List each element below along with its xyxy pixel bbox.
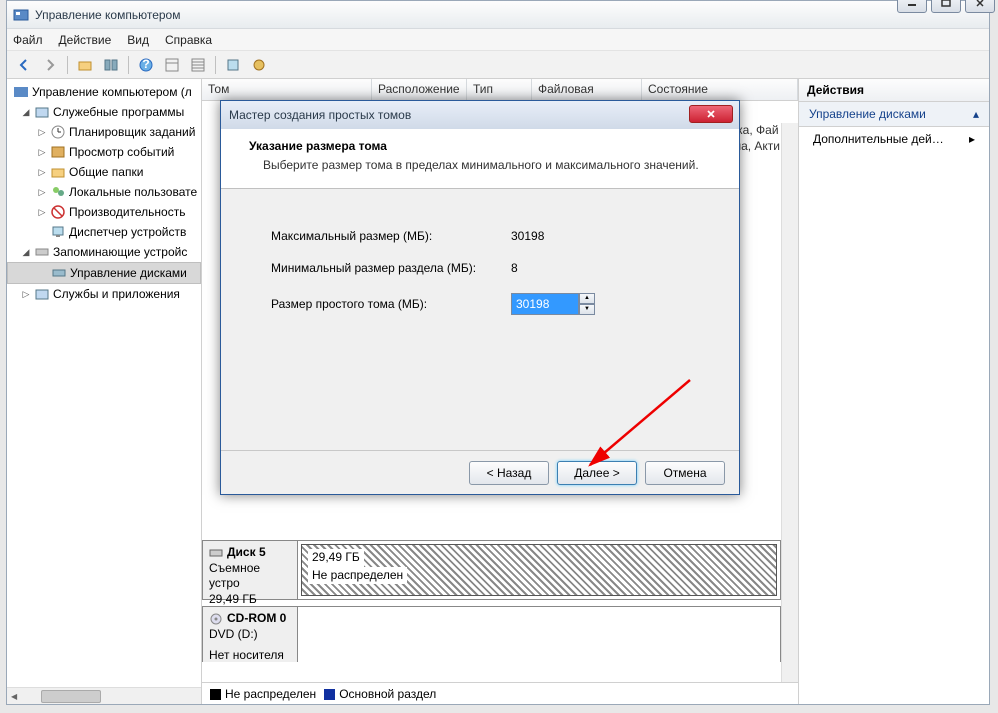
menubar: Файл Действие Вид Справка xyxy=(7,29,989,51)
maximize-button[interactable] xyxy=(931,0,961,13)
col-filesystem[interactable]: Файловая система xyxy=(532,79,642,100)
menu-file[interactable]: Файл xyxy=(13,33,43,47)
menu-help[interactable]: Справка xyxy=(165,33,212,47)
minimize-button[interactable] xyxy=(897,0,927,13)
wizard-dialog: Мастер создания простых томов Указание р… xyxy=(220,100,740,495)
actions-more[interactable]: Дополнительные дей… ▸ xyxy=(799,127,989,151)
tree-shared-folders[interactable]: ▷Общие папки xyxy=(7,162,201,182)
spinner-down[interactable]: ▼ xyxy=(579,304,595,315)
tree-performance[interactable]: ▷Производительность xyxy=(7,202,201,222)
window-title: Управление компьютером xyxy=(35,8,180,22)
svg-text:?: ? xyxy=(142,57,149,71)
wizard-body: Максимальный размер (МБ): 30198 Минималь… xyxy=(221,189,739,343)
cdrom-row[interactable]: CD-ROM 0 DVD (D:) Нет носителя xyxy=(202,606,781,662)
tree-scrollbar[interactable]: ◀ xyxy=(7,687,201,704)
cdrom-label: CD-ROM 0 DVD (D:) Нет носителя xyxy=(203,607,298,662)
nav-forward-button[interactable] xyxy=(39,54,61,76)
actions-panel: Действия Управление дисками ▴ Дополнител… xyxy=(799,79,989,704)
volume-grid-header: Том Расположение Тип Файловая система Со… xyxy=(202,79,798,101)
volume-size-label: Размер простого тома (МБ): xyxy=(271,297,511,311)
properties-button[interactable] xyxy=(100,54,122,76)
col-type[interactable]: Тип xyxy=(467,79,532,100)
wizard-subheading: Выберите размер тома в пределах минималь… xyxy=(249,157,719,174)
max-size-label: Максимальный размер (МБ): xyxy=(271,229,511,243)
spinner-up[interactable]: ▲ xyxy=(579,293,595,304)
tree-root[interactable]: Управление компьютером (л xyxy=(7,82,201,102)
disk5-label: Диск 5 Съемное устро 29,49 ГБ В сети xyxy=(203,541,298,599)
close-button[interactable] xyxy=(965,0,995,13)
tree-storage[interactable]: ◢Запоминающие устройс xyxy=(7,242,201,262)
max-size-value: 30198 xyxy=(511,229,544,243)
disk5-partition[interactable]: 29,49 ГБ Не распределен xyxy=(301,544,777,596)
col-status[interactable]: Состояние xyxy=(642,79,798,100)
back-button[interactable]: < Назад xyxy=(469,461,549,485)
up-button[interactable] xyxy=(74,54,96,76)
col-volume[interactable]: Том xyxy=(202,79,372,100)
wizard-header: Указание размера тома Выберите размер то… xyxy=(221,129,739,189)
list-button[interactable] xyxy=(187,54,209,76)
next-button[interactable]: Далее > xyxy=(557,461,637,485)
wizard-titlebar[interactable]: Мастер создания простых томов xyxy=(221,101,739,129)
nav-back-button[interactable] xyxy=(13,54,35,76)
tree-disk-management[interactable]: Управление дисками xyxy=(7,262,201,284)
app-icon xyxy=(13,7,29,23)
wizard-close-button[interactable] xyxy=(689,105,733,123)
chevron-right-icon: ▸ xyxy=(969,132,975,146)
help-button[interactable]: ? xyxy=(135,54,157,76)
wizard-heading: Указание размера тома xyxy=(249,139,719,153)
wizard-footer: < Назад Далее > Отмена xyxy=(221,450,739,494)
tree-device-manager[interactable]: Диспетчер устройств xyxy=(7,222,201,242)
center-scrollbar[interactable] xyxy=(781,123,798,682)
tree-local-users[interactable]: ▷Локальные пользовате xyxy=(7,182,201,202)
actions-header: Действия xyxy=(799,79,989,102)
navigation-tree: Управление компьютером (л ◢Служебные про… xyxy=(7,79,202,704)
tree-event-viewer[interactable]: ▷Просмотр событий xyxy=(7,142,201,162)
volume-size-input[interactable] xyxy=(511,293,579,315)
col-layout[interactable]: Расположение xyxy=(372,79,467,100)
tree-services[interactable]: ▷Службы и приложения xyxy=(7,284,201,304)
tree-task-scheduler[interactable]: ▷Планировщик заданий xyxy=(7,122,201,142)
view-button[interactable] xyxy=(161,54,183,76)
disk5-row[interactable]: Диск 5 Съемное устро 29,49 ГБ В сети 29,… xyxy=(202,540,781,600)
refresh-button[interactable] xyxy=(222,54,244,76)
actions-section[interactable]: Управление дисками ▴ xyxy=(799,102,989,127)
volume-size-spinner: ▲ ▼ xyxy=(511,293,595,315)
settings-button[interactable] xyxy=(248,54,270,76)
legend: Не распределен Основной раздел xyxy=(202,682,798,704)
collapse-icon: ▴ xyxy=(973,107,979,121)
menu-view[interactable]: Вид xyxy=(127,33,149,47)
menu-action[interactable]: Действие xyxy=(59,33,112,47)
wizard-title: Мастер создания простых томов xyxy=(229,108,411,122)
min-size-label: Минимальный размер раздела (МБ): xyxy=(271,261,511,275)
min-size-value: 8 xyxy=(511,261,518,275)
toolbar: ? xyxy=(7,51,989,79)
cancel-button[interactable]: Отмена xyxy=(645,461,725,485)
tree-system-tools[interactable]: ◢Служебные программы xyxy=(7,102,201,122)
titlebar: Управление компьютером xyxy=(7,1,989,29)
